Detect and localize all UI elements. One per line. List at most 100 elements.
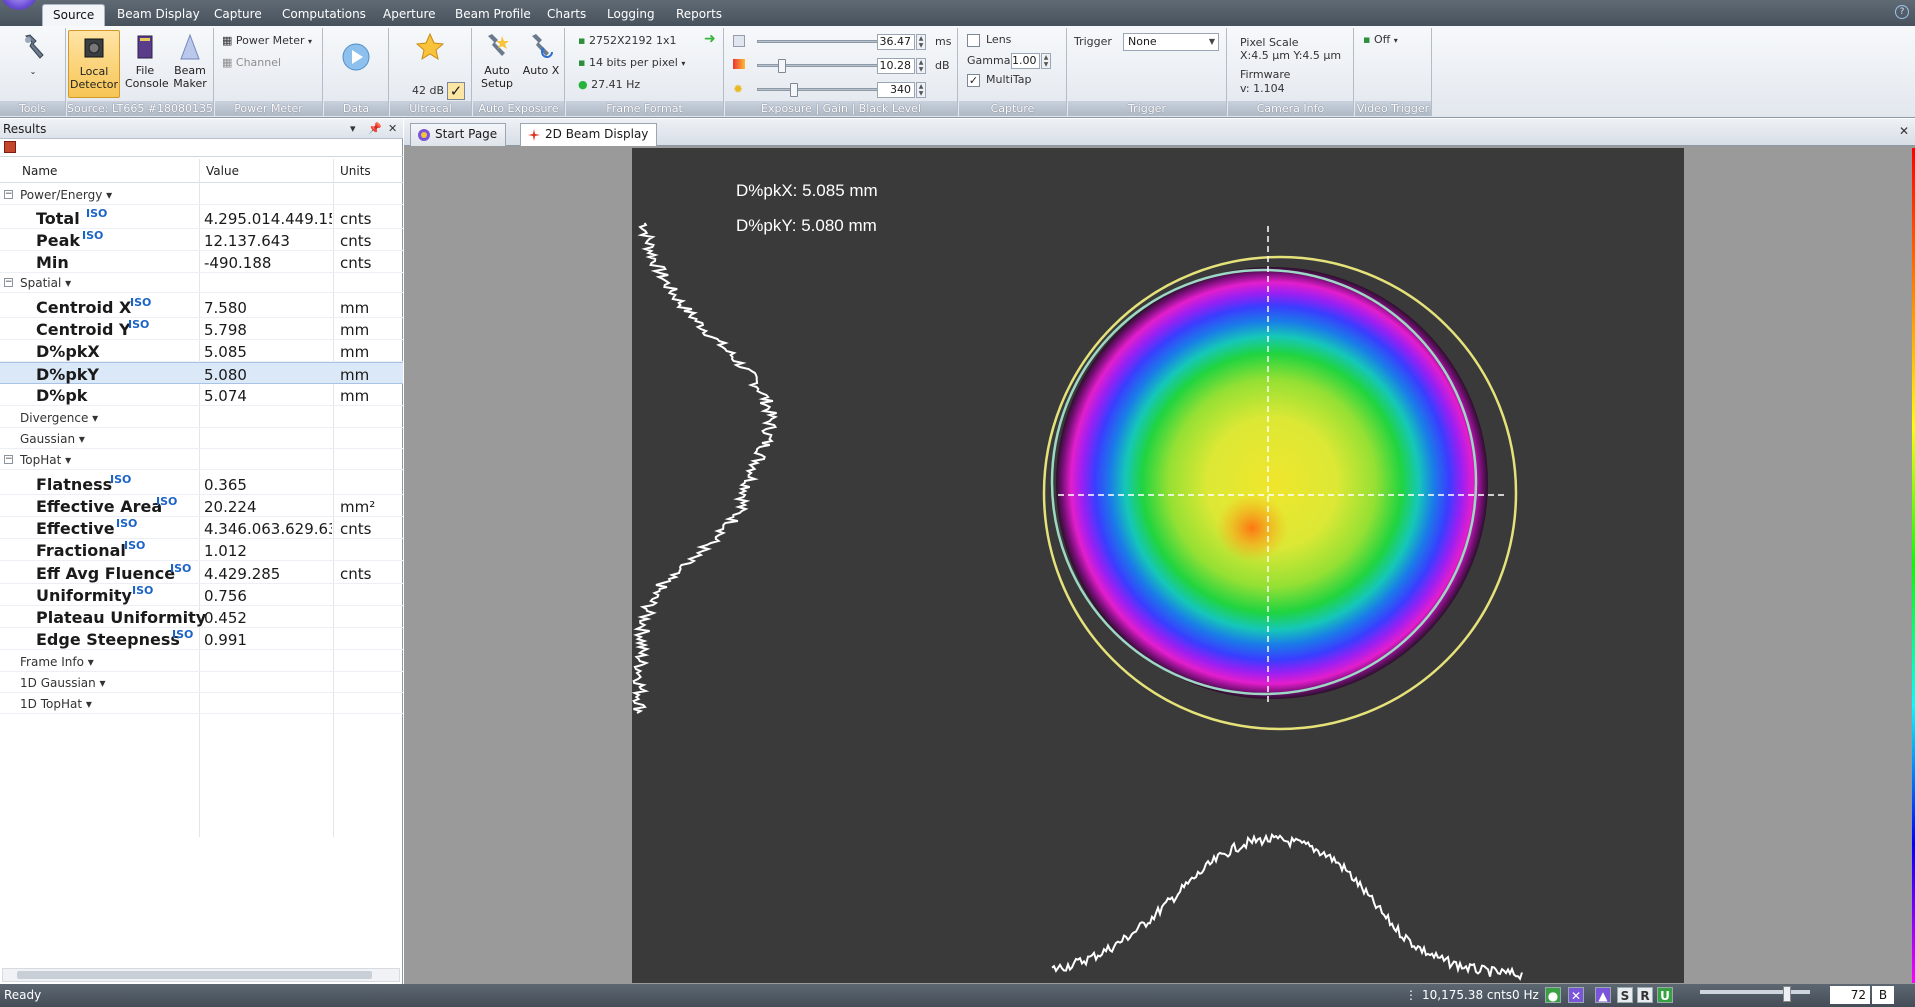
tab-charts[interactable]: Charts <box>537 4 596 26</box>
tab-aperture[interactable]: Aperture <box>373 4 446 26</box>
power-meter-item[interactable]: ▦ Power Meter ▾ <box>222 34 312 49</box>
gamma-spinner[interactable]: ▲ ▼ <box>1041 53 1051 69</box>
category-gaussian[interactable]: Gaussian ▾ <box>0 429 403 449</box>
resolution-combo[interactable]: ▪ 2752X2192 1x1 <box>578 34 676 48</box>
table-row[interactable]: Effective ISO 4.346.063.629.63 cnts <box>0 517 403 539</box>
local-detector-button[interactable]: Local Detector <box>68 30 120 98</box>
tab-2d-beam-display[interactable]: 2D Beam Display <box>520 123 658 146</box>
apply-arrow-icon[interactable]: ➜ <box>704 32 716 46</box>
table-row[interactable]: D%pk 5.074 mm <box>0 384 403 406</box>
display-mode-select[interactable]: B <box>1872 986 1894 1004</box>
tab-computations[interactable]: Computations <box>272 4 376 26</box>
pin-icon[interactable]: 📌 <box>368 119 382 139</box>
category-tophat-1d[interactable]: 1D TopHat ▾ <box>0 694 403 714</box>
status-s-button[interactable]: S <box>1617 987 1633 1003</box>
trigger-select[interactable]: None ▼ <box>1123 33 1219 51</box>
auto-x-button[interactable]: Auto X <box>520 30 562 98</box>
exposure-slider[interactable] <box>757 35 900 49</box>
table-row[interactable]: Centroid Y ISO 5.798 mm <box>0 318 403 340</box>
table-row[interactable]: Flatness ISO 0.365 <box>0 473 403 495</box>
table-row[interactable]: Edge Steepness ISO 0.991 <box>0 628 403 650</box>
iso-badge: ISO <box>128 318 150 331</box>
category-gaussian-1d[interactable]: 1D Gaussian ▾ <box>0 673 403 693</box>
status-peak-icon[interactable]: ▲ <box>1595 987 1611 1003</box>
status-x-icon[interactable]: ✕ <box>1568 987 1584 1003</box>
gamma-input[interactable]: 1.00 <box>1011 53 1040 69</box>
zoom-slider-thumb[interactable] <box>1783 986 1791 1002</box>
collapse-icon[interactable]: − <box>4 190 13 199</box>
gain-slider[interactable] <box>757 59 897 73</box>
exposure-input[interactable]: 36.47 <box>877 34 915 50</box>
category-frame-info[interactable]: Frame Info ▾ <box>0 652 403 672</box>
status-camera-icon[interactable]: ● <box>1545 987 1561 1003</box>
auto-setup-button[interactable]: Auto Setup <box>475 30 519 98</box>
table-row[interactable]: Fractional ISO 1.012 <box>0 539 403 561</box>
collapse-icon[interactable]: − <box>4 278 13 287</box>
table-row[interactable]: Peak ISO 12.137.643 cnts <box>0 229 403 251</box>
category-divergence[interactable]: Divergence ▾ <box>0 408 403 428</box>
table-row[interactable]: Eff Avg Fluence ISO 4.429.285 cnts <box>0 562 403 584</box>
menu-bar: Source Beam Display Capture Computations… <box>0 0 1915 26</box>
auto-exposure-group: Auto Setup Auto X Auto Exposure <box>473 28 565 116</box>
table-row[interactable]: D%pkX 5.085 mm <box>0 340 403 362</box>
scrollbar-thumb[interactable] <box>17 971 372 979</box>
tab-beam-display[interactable]: Beam Display <box>107 4 210 26</box>
collapse-icon[interactable]: − <box>4 455 13 464</box>
zoom-input[interactable]: 72 <box>1830 986 1870 1004</box>
gain-spinner[interactable]: ▲ ▼ <box>916 58 926 74</box>
category-label: Spatial ▾ <box>20 276 72 290</box>
dropdown-icon[interactable]: ▾ <box>350 119 356 139</box>
category-tophat[interactable]: − TopHat ▾ <box>0 450 403 470</box>
table-row[interactable]: D%pkY 5.080 mm <box>0 362 403 384</box>
rate-combo[interactable]: ● 27.41 Hz <box>578 78 640 92</box>
channel-item[interactable]: ▦ Channel <box>222 56 281 70</box>
file-console-button[interactable]: File Console <box>125 30 169 98</box>
category-label: Frame Info ▾ <box>20 655 94 669</box>
exposure-group: 36.47 ▲ ▼ ms 10.28 ▲ ▼ dB ✹ 340 ▲ ▼ Exposur… <box>725 28 958 116</box>
gain-icon <box>733 59 745 69</box>
black-level-input[interactable]: 340 <box>877 82 915 98</box>
zoom-slider[interactable] <box>1700 990 1810 994</box>
horizontal-scrollbar[interactable] <box>2 968 400 982</box>
close-tab-icon[interactable]: ✕ <box>1899 124 1909 138</box>
multitap-checkbox[interactable]: ✓ <box>967 74 980 87</box>
table-row[interactable]: Effective Area ISO 20.224 mm² <box>0 495 403 517</box>
status-u-button[interactable]: U <box>1657 987 1673 1003</box>
col-units[interactable]: Units <box>340 164 371 178</box>
table-row[interactable]: Total ISO 4.295.014.449.15 cnts <box>0 207 403 229</box>
ultracal-checkbox[interactable]: ✓ <box>447 82 465 100</box>
tab-beam-profile[interactable]: Beam Profile <box>445 4 541 26</box>
table-row[interactable]: Min -490.188 cnts <box>0 251 403 273</box>
table-row[interactable]: Plateau Uniformity 0.452 <box>0 606 403 628</box>
black-level-spinner[interactable]: ▲ ▼ <box>916 82 926 98</box>
col-name[interactable]: Name <box>22 164 57 178</box>
col-value[interactable]: Value <box>206 164 239 178</box>
tab-start-page[interactable]: Start Page <box>410 123 507 146</box>
video-trigger-combo[interactable]: ▪ Off ▾ <box>1363 33 1398 48</box>
app-logo-icon[interactable] <box>0 0 38 10</box>
category-power[interactable]: − Power/Energy ▾ <box>0 185 403 205</box>
close-icon[interactable]: ✕ <box>388 119 397 139</box>
beam-maker-button[interactable]: Beam Maker <box>168 30 212 98</box>
tab-source[interactable]: Source <box>42 4 106 26</box>
category-spatial[interactable]: − Spatial ▾ <box>0 273 403 293</box>
data-caption: Data <box>324 101 388 116</box>
tab-reports[interactable]: Reports <box>666 4 732 26</box>
gain-input[interactable]: 10.28 <box>877 58 915 74</box>
exposure-spinner[interactable]: ▲ ▼ <box>916 34 926 50</box>
black-level-slider[interactable] <box>757 83 897 97</box>
tab-capture[interactable]: Capture <box>204 4 272 26</box>
tab-logging[interactable]: Logging <box>597 4 665 26</box>
gain-slider-thumb[interactable] <box>778 59 786 73</box>
export-icon[interactable] <box>4 141 16 153</box>
play-button[interactable] <box>334 40 378 108</box>
lens-checkbox[interactable] <box>967 34 980 47</box>
table-row[interactable]: Uniformity ISO 0.756 <box>0 584 403 606</box>
tools-button[interactable]: ⌄ <box>8 30 58 98</box>
status-r-button[interactable]: R <box>1637 987 1653 1003</box>
help-icon[interactable]: ? <box>1895 5 1909 19</box>
black-level-slider-thumb[interactable] <box>790 83 798 97</box>
table-row[interactable]: Centroid X ISO 7.580 mm <box>0 296 403 318</box>
bits-combo[interactable]: ▪ 14 bits per pixel ▾ <box>578 56 685 71</box>
beam-image[interactable]: D%pkX: 5.085 mm D%pkY: 5.080 mm <box>631 148 1684 983</box>
